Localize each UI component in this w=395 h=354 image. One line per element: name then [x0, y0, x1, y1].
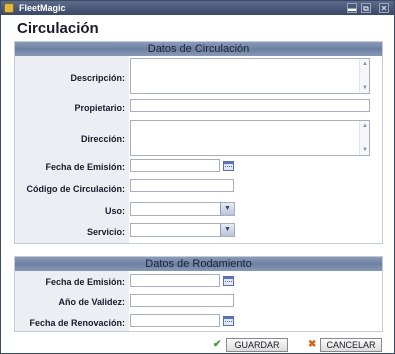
uso-select[interactable]: ▼	[130, 202, 235, 216]
direccion-textarea[interactable]: ▲ ▼	[130, 120, 370, 156]
restore-button[interactable]: ⧉	[361, 3, 371, 13]
scroll-down-icon[interactable]: ▼	[361, 84, 369, 92]
scroll-down-icon[interactable]: ▼	[361, 146, 369, 154]
codigo-circulacion-label: Código de Circulación:	[26, 184, 125, 194]
descripcion-scrollbar[interactable]: ▲ ▼	[359, 59, 369, 93]
check-icon: ✔	[213, 339, 222, 350]
scroll-up-icon[interactable]: ▲	[361, 122, 369, 130]
anio-validez-label: Año de Validez:	[58, 297, 125, 307]
circulacion-section: Datos de Circulación Descripción: Propie…	[14, 41, 383, 244]
servicio-select[interactable]: ▼	[130, 223, 235, 237]
cancelar-button[interactable]: CANCELAR	[320, 338, 382, 352]
page-title: Circulación	[17, 20, 99, 37]
rod-fecha-emision-label: Fecha de Emisión:	[45, 277, 125, 287]
minimize-button[interactable]: ▬	[347, 3, 357, 13]
circulacion-section-header: Datos de Circulación	[15, 42, 382, 56]
x-icon: ✖	[308, 339, 317, 350]
rodamiento-label-column: Fecha de Emisión: Año de Validez: Fecha …	[15, 271, 129, 331]
calendar-icon[interactable]	[223, 161, 234, 171]
direccion-scrollbar[interactable]: ▲ ▼	[359, 121, 369, 155]
propietario-input[interactable]	[130, 99, 370, 112]
chevron-down-icon[interactable]: ▼	[220, 224, 234, 236]
rodamiento-section-header: Datos de Rodamiento	[15, 257, 382, 271]
propietario-label: Propietario:	[74, 103, 125, 113]
fecha-renovacion-label: Fecha de Renovación:	[29, 318, 125, 328]
fecha-emision-input[interactable]	[130, 159, 220, 172]
descripcion-textarea[interactable]: ▲ ▼	[130, 58, 370, 94]
uso-label: Uso:	[105, 206, 125, 216]
codigo-circulacion-input[interactable]	[130, 179, 234, 192]
app-window: FleetMagic ▬ ⧉ ✕ Circulación Datos de Ci…	[0, 0, 395, 354]
anio-validez-input[interactable]	[130, 294, 234, 307]
rodamiento-section: Datos de Rodamiento Fecha de Emisión: Añ…	[14, 256, 383, 332]
app-logo-icon	[4, 3, 14, 13]
guardar-button[interactable]: GUARDAR	[226, 338, 288, 352]
scroll-up-icon[interactable]: ▲	[361, 60, 369, 68]
rod-fecha-emision-input[interactable]	[130, 274, 220, 287]
calendar-icon[interactable]	[223, 316, 234, 326]
calendar-icon[interactable]	[223, 276, 234, 286]
circulacion-label-column: Descripción: Propietario: Dirección: Fec…	[15, 56, 129, 243]
title-bar: FleetMagic ▬ ⧉ ✕	[1, 1, 394, 15]
chevron-down-icon[interactable]: ▼	[220, 203, 234, 215]
servicio-label: Servicio:	[86, 227, 125, 237]
window-title: FleetMagic	[19, 3, 66, 13]
descripcion-label: Descripción:	[70, 73, 125, 83]
fecha-emision-label: Fecha de Emisión:	[45, 162, 125, 172]
direccion-label: Dirección:	[80, 134, 125, 144]
close-button[interactable]: ✕	[379, 3, 389, 13]
fecha-renovacion-input[interactable]	[130, 314, 220, 327]
